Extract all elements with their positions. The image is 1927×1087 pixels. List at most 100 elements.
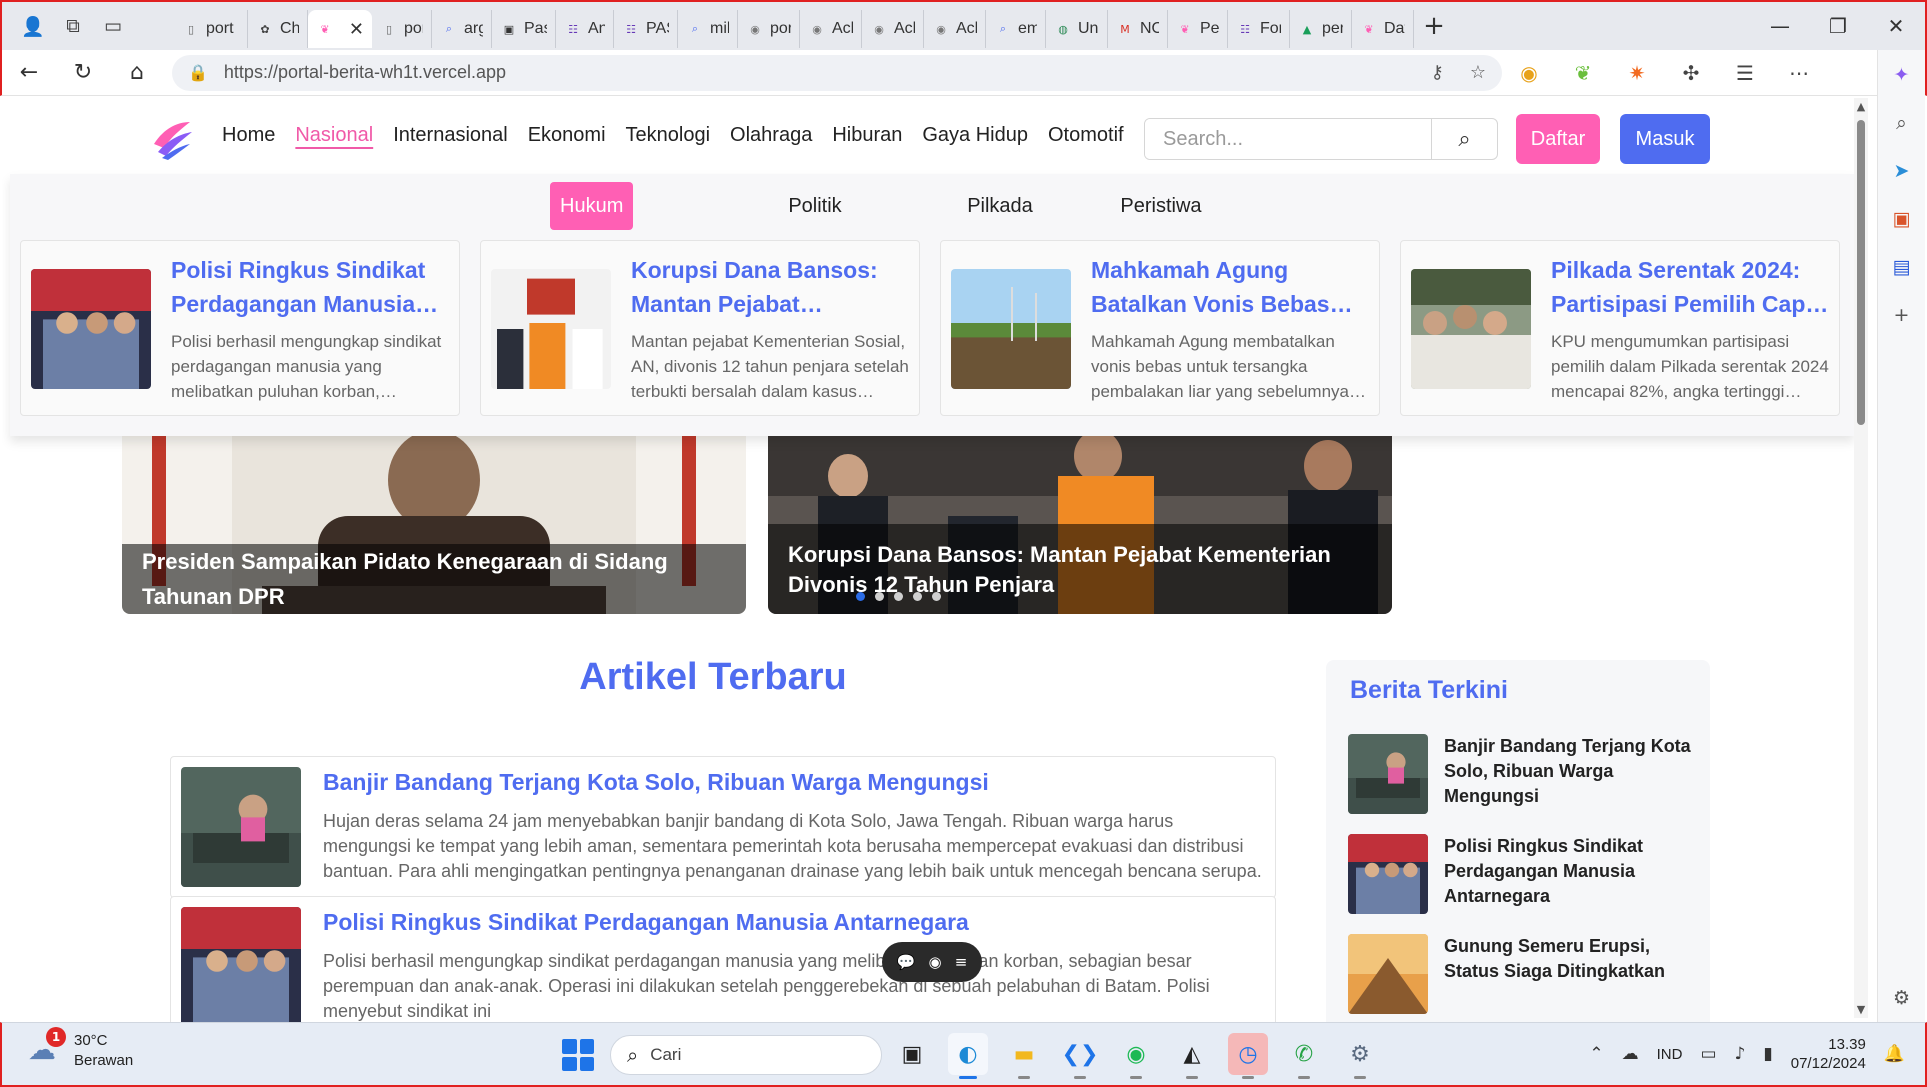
battery-icon[interactable]: ▮ bbox=[1763, 1044, 1772, 1064]
tab-actions-icon[interactable]: ▭ bbox=[100, 13, 126, 39]
dropdown-news-card[interactable]: Korupsi Dana Bansos: Mantan Pejabat Keme… bbox=[480, 240, 920, 416]
browser-tab[interactable]: ⌕ ema bbox=[986, 10, 1046, 48]
carousel-dot-4[interactable] bbox=[913, 592, 922, 601]
sidebar-settings-icon[interactable]: ⚙ bbox=[1889, 985, 1915, 1011]
onedrive-cloud-icon[interactable]: ☁ bbox=[1622, 1044, 1639, 1064]
reload-icon[interactable]: ↻ bbox=[56, 60, 110, 85]
news-card-title[interactable]: Mahkamah Agung Batalkan Vonis Bebas Ters… bbox=[1091, 253, 1369, 323]
register-button[interactable]: Daftar bbox=[1516, 114, 1600, 164]
browser-tab[interactable]: ⌕ mikc bbox=[678, 10, 738, 48]
workspaces-icon[interactable]: ⧉ bbox=[60, 13, 86, 39]
subcategory-politik[interactable]: Politik bbox=[788, 182, 841, 230]
browser-tab[interactable]: ⌕ arga bbox=[432, 10, 492, 48]
browser-tab[interactable]: ❦ Pese bbox=[1168, 10, 1228, 48]
restore-button[interactable]: ❐ bbox=[1809, 14, 1867, 38]
browser-tab[interactable]: ▯ port bbox=[174, 10, 248, 48]
nav-item-home[interactable]: Home bbox=[222, 124, 275, 147]
telegram-icon[interactable]: ➤ bbox=[1889, 158, 1915, 184]
browser-tab[interactable]: ▣ Pasca bbox=[492, 10, 556, 48]
favorite-star-icon[interactable]: ☆ bbox=[1470, 62, 1486, 83]
subcategory-peristiwa[interactable]: Peristiwa bbox=[1120, 182, 1201, 230]
more-menu-icon[interactable]: ⋯ bbox=[1772, 61, 1826, 85]
trending-thumbnail[interactable] bbox=[1348, 934, 1428, 1014]
carousel-dot-2[interactable] bbox=[875, 592, 884, 601]
spotify-icon[interactable]: ◉ bbox=[1116, 1033, 1156, 1079]
browser-tab[interactable]: ❦ ✕ bbox=[308, 10, 372, 48]
scroll-thumb[interactable] bbox=[1857, 120, 1865, 425]
dropdown-news-card[interactable]: Pilkada Serentak 2024: Partisipasi Pemil… bbox=[1400, 240, 1840, 416]
volume-icon[interactable]: ♪ bbox=[1735, 1044, 1746, 1064]
article-thumbnail[interactable] bbox=[181, 907, 301, 1022]
lock-icon[interactable]: 🔒 bbox=[188, 63, 208, 82]
copilot-icon[interactable]: ✦ bbox=[1889, 62, 1915, 88]
browser-tab[interactable]: ◉ Achr bbox=[924, 10, 986, 48]
article-card[interactable]: Banjir Bandang Terjang Kota Solo, Ribuan… bbox=[170, 756, 1276, 898]
nav-item-teknologi[interactable]: Teknologi bbox=[626, 124, 711, 147]
back-icon[interactable]: ← bbox=[2, 60, 56, 85]
file-explorer-icon[interactable]: ▬ bbox=[1004, 1033, 1044, 1079]
weather-widget[interactable]: ☁ 1 30°C Berawan bbox=[28, 1027, 133, 1071]
nav-item-ekonomi[interactable]: Ekonomi bbox=[528, 124, 606, 147]
address-bar[interactable]: 🔒 https://portal-berita-wh1t.vercel.app … bbox=[172, 54, 1502, 91]
extension-spark-icon[interactable]: ✷ bbox=[1610, 61, 1664, 85]
inkscape-icon[interactable]: ◭ bbox=[1172, 1033, 1212, 1079]
search-input[interactable] bbox=[1145, 119, 1431, 159]
subcategory-hukum[interactable]: Hukum bbox=[550, 182, 634, 230]
news-thumbnail[interactable] bbox=[491, 269, 611, 389]
trending-item[interactable]: Gunung Semeru Erupsi, Status Siaga Ditin… bbox=[1348, 934, 1698, 1014]
browser-tab[interactable]: ▲ pem bbox=[1290, 10, 1352, 48]
subcategory-pilkada[interactable]: Pilkada bbox=[967, 182, 1033, 230]
trending-title[interactable]: Gunung Semeru Erupsi, Status Siaga Ditin… bbox=[1444, 934, 1694, 984]
browser-tab[interactable]: ☷ Forn bbox=[1228, 10, 1290, 48]
article-card[interactable]: Polisi Ringkus Sindikat Perdagangan Manu… bbox=[170, 896, 1276, 1022]
settings-gear-icon[interactable]: ⚙ bbox=[1340, 1033, 1380, 1079]
chevron-up-icon[interactable]: ⌃ bbox=[1589, 1044, 1603, 1064]
news-thumbnail[interactable] bbox=[951, 269, 1071, 389]
browser-tab[interactable]: M NOT bbox=[1108, 10, 1168, 48]
hero-slide-1[interactable]: Presiden Sampaikan Pidato Kenegaraan di … bbox=[122, 436, 746, 614]
carousel-dot-3[interactable] bbox=[894, 592, 903, 601]
browser-tab[interactable]: ▯ porta bbox=[372, 10, 432, 48]
list-icon[interactable]: ≡ bbox=[955, 953, 968, 971]
browser-tab[interactable]: ☷ PASC bbox=[614, 10, 678, 48]
dropdown-news-card[interactable]: Mahkamah Agung Batalkan Vonis Bebas Ters… bbox=[940, 240, 1380, 416]
extensions-puzzle-icon[interactable]: ✣ bbox=[1664, 61, 1718, 85]
close-window-button[interactable]: ✕ bbox=[1867, 14, 1925, 38]
scroll-up-arrow-icon[interactable]: ▲ bbox=[1856, 100, 1866, 113]
clock-app-icon[interactable]: ◷ bbox=[1228, 1033, 1268, 1079]
nav-item-internasional[interactable]: Internasional bbox=[393, 124, 508, 147]
key-icon[interactable]: ⚷ bbox=[1431, 62, 1444, 83]
comment-icon[interactable]: 💬 bbox=[897, 953, 916, 971]
carousel-dot-1[interactable] bbox=[856, 592, 865, 601]
add-sidebar-app-icon[interactable]: + bbox=[1889, 302, 1915, 328]
vscode-icon[interactable]: ❮❯ bbox=[1060, 1033, 1100, 1079]
browser-tab[interactable]: ◍ Univ bbox=[1046, 10, 1108, 48]
favorites-icon[interactable]: ☰ bbox=[1718, 61, 1772, 85]
nav-item-otomotif[interactable]: Otomotif bbox=[1048, 124, 1124, 147]
profile-icon[interactable]: 👤 bbox=[20, 13, 46, 39]
close-tab-icon[interactable]: ✕ bbox=[349, 19, 364, 40]
edge-browser-icon[interactable]: ◐ bbox=[948, 1033, 988, 1079]
browser-tab[interactable]: ✿ Chat bbox=[248, 10, 308, 48]
search-button[interactable]: ⌕ bbox=[1431, 119, 1497, 159]
browser-tab[interactable]: ☷ Anda bbox=[556, 10, 614, 48]
hero-caption-1[interactable]: Presiden Sampaikan Pidato Kenegaraan di … bbox=[122, 544, 746, 614]
minimize-button[interactable]: — bbox=[1751, 14, 1809, 38]
login-button[interactable]: Masuk bbox=[1620, 114, 1710, 164]
news-card-title[interactable]: Polisi Ringkus Sindikat Perdagangan Manu… bbox=[171, 253, 449, 323]
network-icon[interactable]: ▭ bbox=[1700, 1044, 1716, 1064]
news-card-title[interactable]: Korupsi Dana Bansos: Mantan Pejabat Keme… bbox=[631, 253, 909, 323]
article-thumbnail[interactable] bbox=[181, 767, 301, 887]
whatsapp-icon[interactable]: ✆ bbox=[1284, 1033, 1324, 1079]
sidebar-search-icon[interactable]: ⌕ bbox=[1889, 110, 1915, 136]
extension-chrome-icon[interactable]: ◉ bbox=[1502, 61, 1556, 85]
eye-icon[interactable]: ◉ bbox=[928, 953, 941, 971]
nav-item-gaya-hidup[interactable]: Gaya Hidup bbox=[922, 124, 1028, 147]
home-icon[interactable]: ⌂ bbox=[110, 60, 164, 85]
trending-title[interactable]: Banjir Bandang Terjang Kota Solo, Ribuan… bbox=[1444, 734, 1694, 809]
trending-item[interactable]: Polisi Ringkus Sindikat Perdagangan Manu… bbox=[1348, 834, 1698, 914]
trending-thumbnail[interactable] bbox=[1348, 834, 1428, 914]
browser-tab[interactable]: ◉ Achr bbox=[862, 10, 924, 48]
outlook-layout-icon[interactable]: ▤ bbox=[1889, 254, 1915, 280]
carousel-dot-5[interactable] bbox=[932, 592, 941, 601]
